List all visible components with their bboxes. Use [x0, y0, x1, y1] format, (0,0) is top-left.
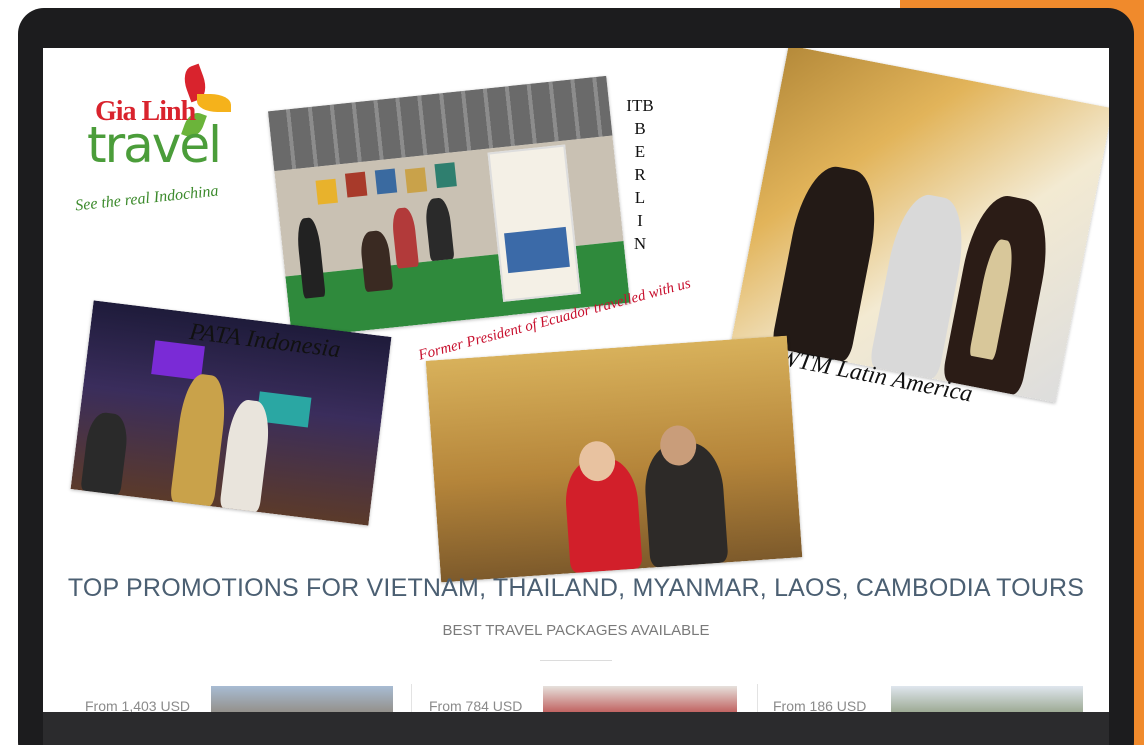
itb-berlin-photo — [268, 75, 630, 339]
tour-price-label: From 186 USD — [773, 698, 867, 712]
heading-divider — [540, 660, 612, 661]
logo-brand-bottom: travel — [87, 116, 222, 174]
tour-thumbnail[interactable] — [211, 686, 393, 712]
tour-price-label: From 1,403 USD — [85, 698, 191, 712]
photo-poster — [344, 171, 368, 198]
photo-roll-up-banner — [487, 144, 581, 302]
logo-leaf-yellow-icon — [197, 94, 231, 112]
photo-poster — [434, 162, 457, 189]
tour-thumbnail[interactable] — [543, 686, 737, 712]
tour-thumbnail[interactable] — [891, 686, 1083, 712]
card-divider — [757, 684, 758, 712]
tour-price-label: From 784 USD — [429, 698, 523, 712]
photo-poster — [404, 167, 428, 194]
itb-berlin-caption: ITB B E R L I N — [626, 96, 654, 253]
laptop-bottom-bar — [43, 712, 1109, 745]
promotions-subheading: BEST TRAVEL PACKAGES AVAILABLE — [442, 622, 710, 639]
photo-poster — [374, 168, 398, 195]
gia-linh-travel-logo[interactable]: Gia Linh travel See the real Indochina — [73, 63, 273, 224]
card-divider — [411, 684, 412, 712]
logo-tagline: See the real Indochina — [74, 182, 220, 215]
promotions-heading: TOP PROMOTIONS FOR VIETNAM, THAILAND, MY… — [67, 574, 1085, 602]
photo-poster — [315, 178, 338, 205]
laptop-screen: Gia Linh travel See the real Indochina I… — [43, 48, 1109, 712]
ecuador-president-photo — [425, 335, 803, 583]
